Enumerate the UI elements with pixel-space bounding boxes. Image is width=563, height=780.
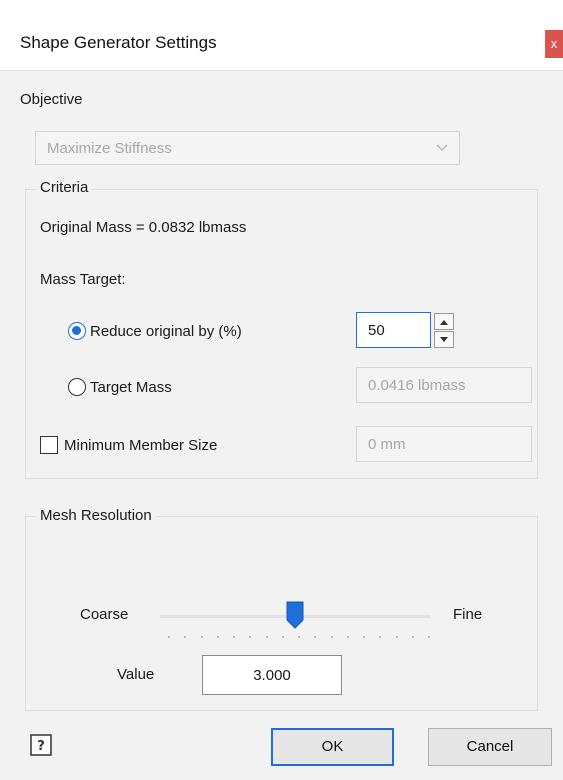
slider-min-label: Coarse [80,606,129,623]
ok-button[interactable]: OK [271,728,394,766]
reduce-percent-input[interactable]: 50 [356,312,431,348]
reduce-original-radio[interactable] [68,322,86,340]
minimum-member-label: Minimum Member Size [64,437,218,454]
criteria-legend: Criteria [36,179,93,196]
target-mass-radio[interactable] [68,378,86,396]
slider-tick [200,636,203,638]
mesh-slider-thumb[interactable] [286,601,304,629]
slider-tick [265,636,268,638]
caret-up-icon [440,320,448,325]
target-mass-value: 0.0416 lbmass [368,377,466,394]
slider-tick [314,636,317,638]
slider-tick [346,636,349,638]
spin-down-button[interactable] [434,331,454,348]
cancel-button[interactable]: Cancel [428,728,552,766]
target-mass-input[interactable]: 0.0416 lbmass [356,367,532,403]
reduce-percent-spinner[interactable] [434,312,454,348]
chevron-down-icon [436,144,448,151]
slider-tick [216,636,219,638]
original-mass-text: Original Mass = 0.0832 lbmass [40,219,247,236]
slider-tick [363,636,365,638]
slider-tick [298,636,300,638]
caret-down-icon [440,337,448,342]
slider-tick [330,636,333,638]
slider-tick [411,636,414,638]
reduce-original-label: Reduce original by (%) [90,323,242,340]
title-bar: Shape Generator Settings x [0,0,563,70]
mesh-value-label: Value [117,666,155,683]
mass-target-label: Mass Target: [40,271,126,288]
minimum-member-value: 0 mm [368,436,406,453]
objective-dropdown[interactable]: Maximize Stiffness [35,131,460,165]
close-button[interactable]: x [545,30,563,58]
slider-tick [233,636,235,638]
target-mass-label: Target Mass [90,379,172,396]
svg-text:?: ? [37,739,45,754]
slider-tick [379,636,382,638]
mesh-value: 3.000 [253,667,291,684]
slider-tick [395,636,398,638]
close-icon: x [550,36,558,51]
slider-tick [249,636,252,638]
reduce-percent-value: 50 [368,322,385,339]
slider-max-label: Fine [453,606,483,623]
slider-tick [168,636,170,638]
objective-selected-value: Maximize Stiffness [47,140,172,157]
slider-tick [281,636,284,638]
slider-tick [428,636,430,638]
slider-tick [184,636,187,638]
mesh-resolution-legend: Mesh Resolution [36,507,156,524]
help-icon[interactable]: ? [30,734,52,756]
mesh-value-input[interactable]: 3.000 [202,655,342,695]
minimum-member-checkbox[interactable] [40,436,58,454]
minimum-member-input[interactable]: 0 mm [356,426,532,462]
spin-up-button[interactable] [434,313,454,330]
objective-label: Objective [20,91,83,108]
window-title: Shape Generator Settings [20,33,217,52]
